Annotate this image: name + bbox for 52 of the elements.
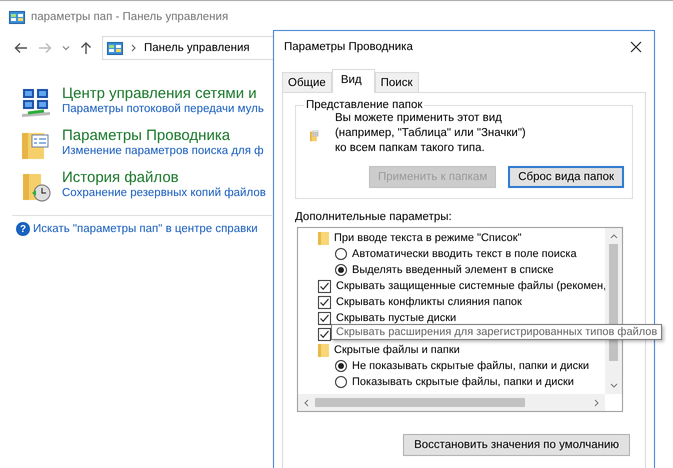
folder-view-button[interactable]: Сброс вида папок bbox=[508, 166, 624, 188]
horizontal-scrollbar[interactable] bbox=[298, 394, 605, 411]
option-label: Скрывать конфликты слияния папок bbox=[336, 296, 522, 308]
result-title[interactable]: Центр управления сетями и bbox=[62, 85, 264, 102]
network-icon bbox=[20, 87, 52, 119]
option-label: Не показывать скрытые файлы, папки и диски bbox=[352, 360, 590, 372]
result-link[interactable]: Сохранение резервных копий файлов bbox=[62, 187, 266, 199]
scroll-right-icon[interactable] bbox=[594, 398, 599, 406]
tab[interactable]: Вид bbox=[332, 69, 375, 93]
checkbox[interactable] bbox=[318, 312, 331, 324]
option-label: Показывать скрытые файлы, папки и диски bbox=[352, 376, 574, 388]
description-text: Вы можете применить этот вид (например, "Таблица" или "Значки") ко всем папкам такого типа. bbox=[334, 111, 527, 156]
group-label: Скрытые файлы и папки bbox=[334, 344, 460, 356]
scroll-down-icon[interactable] bbox=[610, 383, 618, 388]
checkbox[interactable] bbox=[318, 280, 331, 292]
section-label: Дополнительные параметры: bbox=[295, 211, 453, 223]
tab[interactable]: Общие bbox=[282, 72, 332, 92]
radio-button[interactable] bbox=[335, 248, 347, 260]
option-label: Скрывать пустые диски bbox=[336, 312, 456, 324]
tab[interactable]: Поиск bbox=[374, 72, 419, 92]
result-title[interactable]: Параметры Проводника bbox=[62, 127, 264, 144]
close-icon[interactable] bbox=[630, 41, 642, 53]
checkbox[interactable] bbox=[318, 328, 331, 340]
folder-clock-icon bbox=[20, 171, 52, 203]
group-label: При вводе текста в режиме "Список" bbox=[334, 232, 522, 244]
scroll-left-icon[interactable] bbox=[304, 398, 309, 406]
result-link[interactable]: Параметры потоковой передачи муль bbox=[62, 103, 264, 115]
group-title: Представление папок bbox=[305, 99, 424, 111]
result-title[interactable]: История файлов bbox=[62, 169, 266, 186]
option-label: Автоматически вводить текст в поле поиска bbox=[352, 248, 577, 260]
folder-icon bbox=[318, 232, 329, 244]
up-arrow-icon[interactable] bbox=[80, 41, 92, 55]
chevron-right-icon bbox=[131, 44, 136, 52]
help-icon: ? bbox=[16, 222, 30, 236]
radio-button[interactable] bbox=[335, 360, 347, 372]
folder-icon bbox=[318, 344, 329, 356]
help-link[interactable]: Искать "параметры пап" в центре справки bbox=[33, 223, 258, 235]
result-link[interactable]: Изменение параметров поиска для ф bbox=[62, 145, 264, 157]
control-panel-icon bbox=[107, 42, 123, 54]
radio-button[interactable] bbox=[335, 376, 347, 388]
window-title: параметры пап - Панель управления bbox=[31, 11, 228, 23]
back-icon[interactable] bbox=[14, 42, 28, 54]
restore-defaults-button[interactable]: Восстановить значения по умолчанию bbox=[403, 434, 630, 456]
checkbox[interactable] bbox=[318, 296, 331, 308]
tooltip: Скрывать расширения для зарегистрированных типов файлов bbox=[331, 324, 662, 340]
option-label: Выделять введенный элемент в списке bbox=[352, 264, 554, 276]
control-panel-icon bbox=[9, 10, 25, 24]
chevron-down-icon[interactable] bbox=[62, 45, 70, 51]
breadcrumb[interactable]: Панель управления bbox=[144, 42, 250, 54]
radio-button[interactable] bbox=[335, 264, 347, 276]
scroll-up-icon[interactable] bbox=[610, 234, 618, 239]
option-label: Скрывать защищенные системные файлы (рекомен, bbox=[336, 280, 606, 292]
